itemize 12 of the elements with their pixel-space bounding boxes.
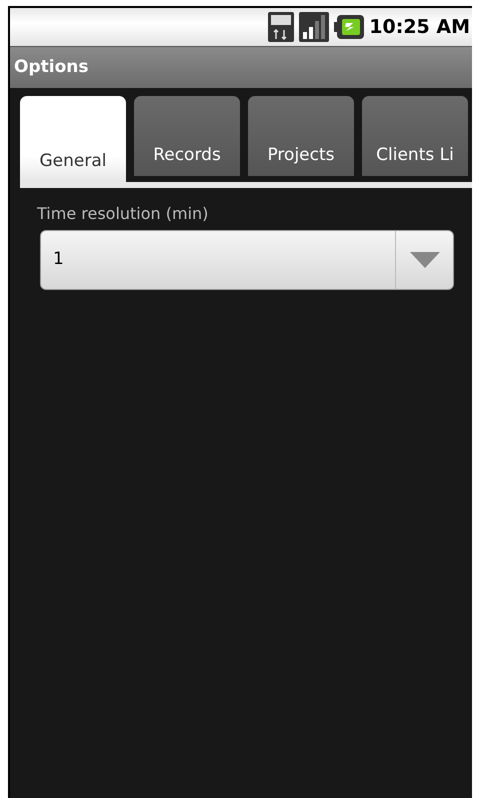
tab[interactable]: Records: [134, 96, 240, 176]
tab[interactable]: Clients Li: [362, 96, 468, 176]
window-title: Options: [14, 56, 88, 79]
3g-network-icon: [268, 12, 294, 42]
tab[interactable]: Projects: [248, 96, 354, 176]
dropdown[interactable]: 1: [40, 230, 454, 290]
setting-label: Time resolution (min): [37, 203, 210, 225]
tab[interactable]: General: [20, 96, 126, 182]
dropdown-arrow-icon: [410, 252, 440, 268]
battery-icon: [334, 15, 364, 39]
clock: 10:25 AM: [369, 14, 470, 40]
signal-icon: [299, 12, 330, 42]
